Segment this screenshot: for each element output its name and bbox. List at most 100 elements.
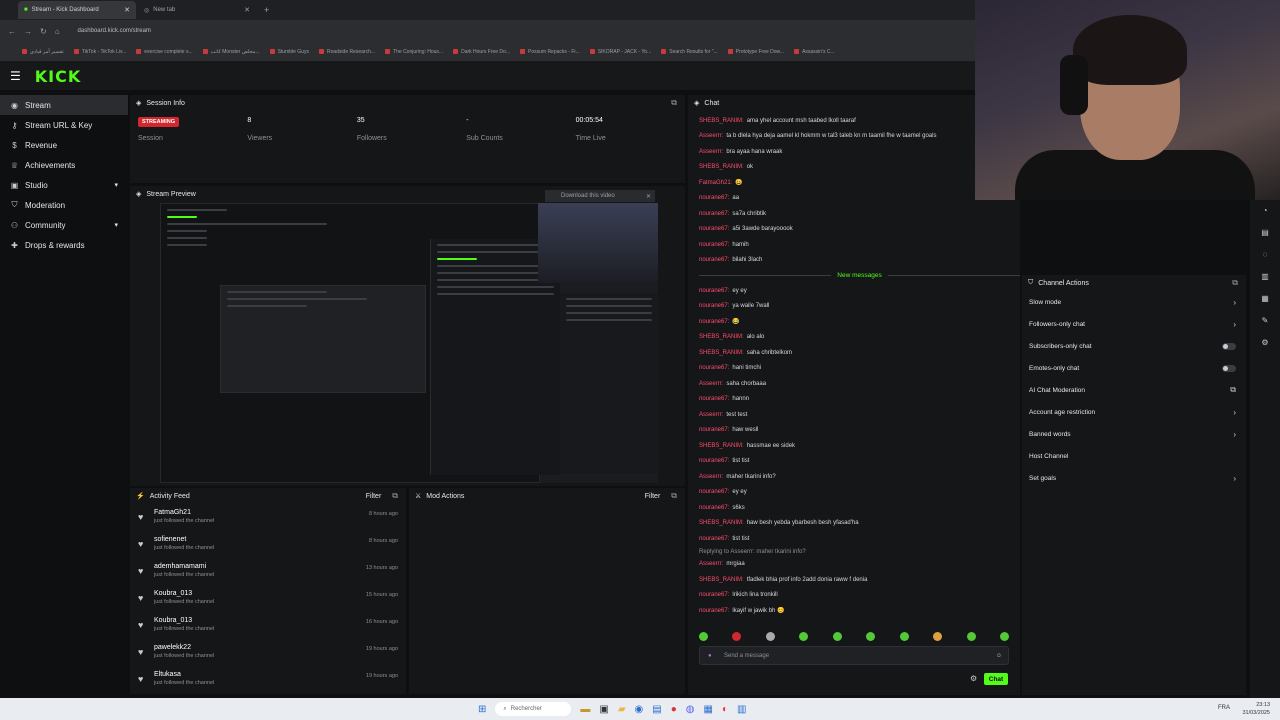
chat-username[interactable]: nourane67:	[699, 592, 729, 598]
stream-preview-video[interactable]	[160, 203, 658, 483]
chevron-right-icon[interactable]: ›	[1233, 320, 1236, 329]
bookmark-item[interactable]: Assassin's C...	[794, 49, 835, 55]
emote-icon[interactable]	[866, 632, 876, 641]
popout-icon[interactable]: ⧉	[671, 491, 677, 501]
chat-username[interactable]: nourane67:	[699, 226, 729, 232]
emote-icon[interactable]	[899, 632, 909, 641]
emote-icon[interactable]	[933, 632, 943, 641]
follower-name[interactable]: Koubra_013	[154, 617, 214, 624]
menu-icon[interactable]: ☰	[10, 69, 21, 83]
chat-bubble-icon[interactable]: ◌	[1257, 250, 1273, 266]
chat-username[interactable]: Asseerrr:	[699, 133, 723, 139]
sidebar-item-stream[interactable]: ◉ Stream	[0, 95, 128, 115]
chat-username[interactable]: nourane67:	[699, 195, 729, 201]
filter-button[interactable]: Filter	[366, 493, 382, 500]
chevron-right-icon[interactable]: ›	[1233, 474, 1236, 483]
panel-icon[interactable]: ▥	[1257, 272, 1273, 288]
channel-action-slow-mode[interactable]: Slow mode ›	[1022, 291, 1246, 313]
chat-username[interactable]: SHEBS_RANIM:	[699, 334, 744, 340]
back-icon[interactable]: ←	[8, 27, 16, 36]
channel-action-account-age-restriction[interactable]: Account age restriction ›	[1022, 401, 1246, 423]
chat-username[interactable]: nourane67:	[699, 427, 729, 433]
sidebar-item-drops-rewards[interactable]: ✚ Drops & rewards	[0, 235, 128, 255]
follower-name[interactable]: pawelekk22	[154, 644, 214, 651]
chat-username[interactable]: Asseerrr:	[699, 381, 723, 387]
chat-username[interactable]: nourane67:	[699, 257, 729, 263]
toggle-switch[interactable]	[1222, 364, 1236, 372]
channel-action-followers-only-chat[interactable]: Followers-only chat ›	[1022, 313, 1246, 335]
popout-icon[interactable]: ⧉	[671, 98, 677, 108]
chat-username[interactable]: nourane67:	[699, 288, 729, 294]
explorer-icon[interactable]: ▬	[580, 704, 590, 715]
chat-username[interactable]: SHEBS_RANIM:	[699, 577, 744, 583]
download-video-button[interactable]: Download this video ✕	[545, 190, 655, 202]
list-icon[interactable]: ▤	[1257, 228, 1273, 244]
chevron-right-icon[interactable]: ›	[1233, 298, 1236, 307]
emoji-icon[interactable]: ☺	[996, 653, 1002, 659]
bookmark-item[interactable]: Roadside Research...	[319, 49, 375, 55]
discord-icon[interactable]: ◍	[686, 704, 695, 715]
folder-icon[interactable]: ▰	[618, 704, 626, 715]
chat-username[interactable]: SHEBS_RANIM:	[699, 164, 744, 170]
calculator-icon[interactable]: ▥	[737, 704, 746, 715]
channel-action-emotes-only-chat[interactable]: Emotes-only chat	[1022, 357, 1246, 379]
external-link-icon[interactable]: ⧉	[1230, 385, 1236, 395]
sidebar-item-studio[interactable]: ▣ Studio ▾	[0, 175, 128, 195]
chrome-icon[interactable]: ●	[671, 704, 677, 715]
chat-username[interactable]: nourane67:	[699, 608, 729, 614]
task-view-icon[interactable]: ▣	[599, 704, 608, 715]
follower-name[interactable]: ademhamamami	[154, 563, 214, 570]
chat-username[interactable]: SHEBS_RANIM:	[699, 118, 744, 124]
bookmark-item[interactable]: Prototype Free Dow...	[728, 49, 784, 55]
tool-icon[interactable]: ✎	[1257, 316, 1273, 332]
filter-button[interactable]: Filter	[645, 493, 661, 500]
emote-icon[interactable]	[799, 632, 809, 641]
bookmark-item[interactable]: Dark Hours Free Do...	[453, 49, 510, 55]
bookmark-item[interactable]: Stumble Guys	[270, 49, 309, 55]
chat-username[interactable]: SHEBS_RANIM:	[699, 520, 744, 526]
url-text[interactable]: dashboard.kick.com/stream	[78, 28, 151, 34]
windows-start-icon[interactable]: ⊞	[478, 704, 486, 715]
gear-icon[interactable]: ⚙	[1257, 338, 1273, 354]
emote-icon[interactable]	[732, 632, 742, 641]
edge-icon[interactable]: ◉	[635, 704, 644, 715]
sidebar-item-moderation[interactable]: ⛉ Moderation	[0, 195, 128, 215]
send-chat-button[interactable]: Chat	[984, 673, 1008, 685]
chat-username[interactable]: nourane67:	[699, 458, 729, 464]
chat-username[interactable]: nourane67:	[699, 365, 729, 371]
bookmark-item[interactable]: exercise complete s...	[136, 49, 192, 55]
channel-action-subscribers-only-chat[interactable]: Subscribers-only chat	[1022, 335, 1246, 357]
follower-name[interactable]: sofienenet	[154, 536, 214, 543]
chevron-right-icon[interactable]: ›	[1233, 430, 1236, 439]
channel-action-banned-words[interactable]: Banned words ›	[1022, 423, 1246, 445]
kick-logo[interactable]: KICK	[35, 67, 82, 86]
clock[interactable]: 23:13 31/03/2025	[1242, 701, 1270, 717]
chat-username[interactable]: nourane67:	[699, 319, 729, 325]
chat-username[interactable]: Asseerrr:	[699, 474, 723, 480]
bookmark-item[interactable]: SIKORAP - JACK - Yo...	[590, 49, 652, 55]
follower-name[interactable]: Eltukasa	[154, 671, 214, 678]
app-icon[interactable]: ▦	[704, 704, 713, 715]
emote-icon[interactable]	[832, 632, 842, 641]
chat-username[interactable]: Asseerrr:	[699, 561, 723, 567]
chat-username[interactable]: SHEBS_RANIM:	[699, 443, 744, 449]
chat-username[interactable]: nourane67:	[699, 396, 729, 402]
channel-action-host-channel[interactable]: Host Channel	[1022, 445, 1246, 467]
language-indicator[interactable]: FRA	[1218, 705, 1230, 711]
chat-username[interactable]: nourane67:	[699, 536, 729, 542]
chat-username[interactable]: nourane67:	[699, 303, 729, 309]
bookmark-item[interactable]: The Conjuring: Hous...	[385, 49, 443, 55]
tab-new-tab[interactable]: ◎ New tab ✕	[138, 1, 256, 19]
toggle-switch[interactable]	[1222, 342, 1236, 350]
settings-icon[interactable]: ⚙	[970, 674, 977, 683]
new-tab-icon[interactable]: +	[264, 5, 269, 15]
obs-icon[interactable]: ◐	[722, 704, 728, 715]
channel-action-ai-chat-moderation[interactable]: AI Chat Moderation ⧉	[1022, 379, 1246, 401]
sidebar-item-stream-url-key[interactable]: ⚷ Stream URL & Key	[0, 115, 128, 135]
bookmark-item[interactable]: كاتب Monster مخلص...	[203, 49, 260, 55]
follower-name[interactable]: FatmaGh21	[154, 509, 214, 516]
chat-username[interactable]: nourane67:	[699, 242, 729, 248]
bookmark-item[interactable]: Possum Repacks - Fi...	[520, 49, 580, 55]
chat-username[interactable]: nourane67:	[699, 211, 729, 217]
popout-icon[interactable]: ⧉	[1232, 278, 1238, 288]
